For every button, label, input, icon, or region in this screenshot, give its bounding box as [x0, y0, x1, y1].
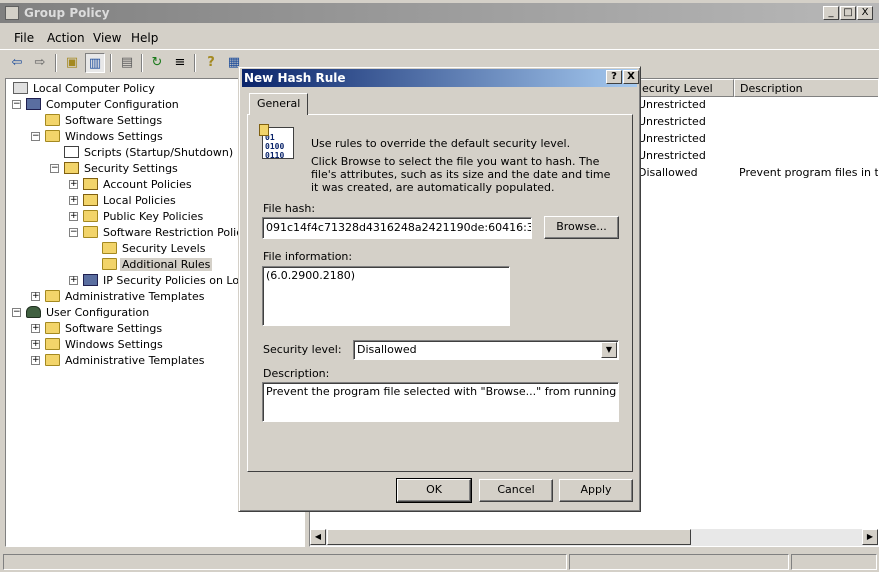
- collapse-icon[interactable]: −: [69, 228, 78, 237]
- collapse-icon[interactable]: −: [31, 132, 40, 141]
- status-panel: [791, 554, 877, 570]
- folder-icon: [45, 338, 60, 350]
- description-label: Description:: [263, 367, 330, 380]
- collapse-icon[interactable]: −: [50, 164, 59, 173]
- list-row-level[interactable]: Unrestricted: [638, 115, 706, 131]
- column-header-description[interactable]: Description: [734, 79, 878, 97]
- tab-general[interactable]: General: [249, 93, 309, 115]
- expand-icon[interactable]: +: [31, 324, 40, 333]
- refresh-icon[interactable]: ↻: [147, 53, 167, 73]
- toolbar-separator: [194, 54, 196, 72]
- folder-icon: [45, 290, 60, 302]
- title-bar: Group Policy _ □ X: [0, 3, 879, 23]
- status-panel: [3, 554, 567, 570]
- expand-icon[interactable]: +: [69, 212, 78, 221]
- dialog-close-button[interactable]: X: [623, 70, 639, 84]
- collapse-icon[interactable]: −: [12, 100, 21, 109]
- new-hash-rule-dialog: New Hash Rule ? X General 01 0100 0110 U…: [238, 66, 641, 512]
- user-icon: [26, 306, 41, 318]
- ip-security-icon: [83, 274, 98, 286]
- export-list-icon[interactable]: ≡: [170, 53, 190, 73]
- hash-rule-icon: 01 0100 0110: [259, 124, 294, 160]
- dialog-help-button[interactable]: ?: [606, 70, 622, 84]
- expand-icon[interactable]: +: [31, 292, 40, 301]
- folder-icon: [83, 226, 98, 238]
- file-hash-label: File hash:: [263, 202, 316, 215]
- list-row-level[interactable]: Disallowed: [638, 166, 698, 182]
- expand-icon[interactable]: +: [69, 180, 78, 189]
- column-header-security-level[interactable]: ecurity Level: [636, 79, 734, 97]
- folder-icon: [45, 322, 60, 334]
- group-policy-app-icon: [5, 6, 19, 20]
- status-bar: [0, 552, 879, 572]
- dialog-title: New Hash Rule: [244, 71, 346, 85]
- folder-icon: [102, 242, 117, 254]
- intro-text: Use rules to override the default securi…: [311, 137, 571, 150]
- cancel-button[interactable]: Cancel: [479, 479, 553, 502]
- locked-folder-icon: [83, 194, 98, 206]
- policy-icon: [13, 82, 28, 94]
- list-row-level[interactable]: Unrestricted: [638, 98, 706, 114]
- locked-folder-icon: [83, 178, 98, 190]
- browse-instructions: Click Browse to select the file you want…: [311, 155, 611, 194]
- help-icon[interactable]: ?: [201, 53, 221, 73]
- up-folder-icon[interactable]: ▣: [62, 53, 82, 73]
- security-level-value: Disallowed: [357, 343, 417, 356]
- dialog-title-bar: New Hash Rule ? X: [242, 69, 639, 87]
- forward-arrow-icon[interactable]: ⇨: [30, 53, 50, 73]
- ok-button[interactable]: OK: [396, 478, 472, 503]
- menu-bar: File Action View Help: [0, 27, 879, 49]
- toolbar-separator: [110, 54, 112, 72]
- browse-button[interactable]: Browse...: [544, 216, 619, 239]
- file-information-field[interactable]: (6.0.2900.2180): [262, 266, 510, 326]
- security-icon: [64, 162, 79, 174]
- delete-icon[interactable]: ▤: [117, 53, 137, 73]
- expand-icon[interactable]: +: [69, 196, 78, 205]
- minimize-button[interactable]: _: [823, 6, 839, 20]
- window-title: Group Policy: [24, 6, 110, 20]
- menu-action[interactable]: Action: [47, 31, 85, 45]
- toolbar-separator: [55, 54, 57, 72]
- menu-file[interactable]: File: [14, 31, 34, 45]
- file-information-label: File information:: [263, 250, 353, 263]
- chevron-down-icon[interactable]: ▼: [601, 342, 617, 358]
- scroll-right-icon[interactable]: ▶: [862, 529, 878, 545]
- file-hash-field[interactable]: 091c14f4c71328d4316248a2421190de:60416:3…: [262, 217, 532, 239]
- show-hide-tree-icon[interactable]: ▥: [85, 53, 105, 73]
- back-arrow-icon[interactable]: ⇦: [7, 53, 27, 73]
- status-panel: [569, 554, 789, 570]
- folder-icon: [45, 354, 60, 366]
- folder-icon: [83, 210, 98, 222]
- security-level-dropdown[interactable]: Disallowed ▼: [353, 340, 619, 360]
- expand-icon[interactable]: +: [31, 356, 40, 365]
- toolbar-separator: [141, 54, 143, 72]
- close-button[interactable]: X: [857, 6, 873, 20]
- script-icon: [64, 146, 79, 158]
- lock-icon: [259, 124, 269, 136]
- horizontal-scrollbar[interactable]: ◀ ▶: [310, 529, 878, 546]
- expand-icon[interactable]: +: [69, 276, 78, 285]
- open-folder-icon: [102, 258, 117, 270]
- security-level-label: Security level:: [263, 343, 342, 356]
- collapse-icon[interactable]: −: [12, 308, 21, 317]
- folder-icon: [45, 114, 60, 126]
- description-field[interactable]: Prevent the program file selected with "…: [262, 382, 619, 422]
- apply-button[interactable]: Apply: [559, 479, 633, 502]
- list-row-description[interactable]: Prevent program files in the: [739, 166, 878, 182]
- folder-icon: [45, 130, 60, 142]
- scroll-thumb[interactable]: [327, 529, 691, 545]
- maximize-button[interactable]: □: [840, 6, 856, 20]
- list-row-level[interactable]: Unrestricted: [638, 149, 706, 165]
- computer-icon: [26, 98, 41, 110]
- list-row-level[interactable]: Unrestricted: [638, 132, 706, 148]
- menu-help[interactable]: Help: [131, 31, 158, 45]
- expand-icon[interactable]: +: [31, 340, 40, 349]
- menu-view[interactable]: View: [93, 31, 121, 45]
- scroll-left-icon[interactable]: ◀: [310, 529, 326, 545]
